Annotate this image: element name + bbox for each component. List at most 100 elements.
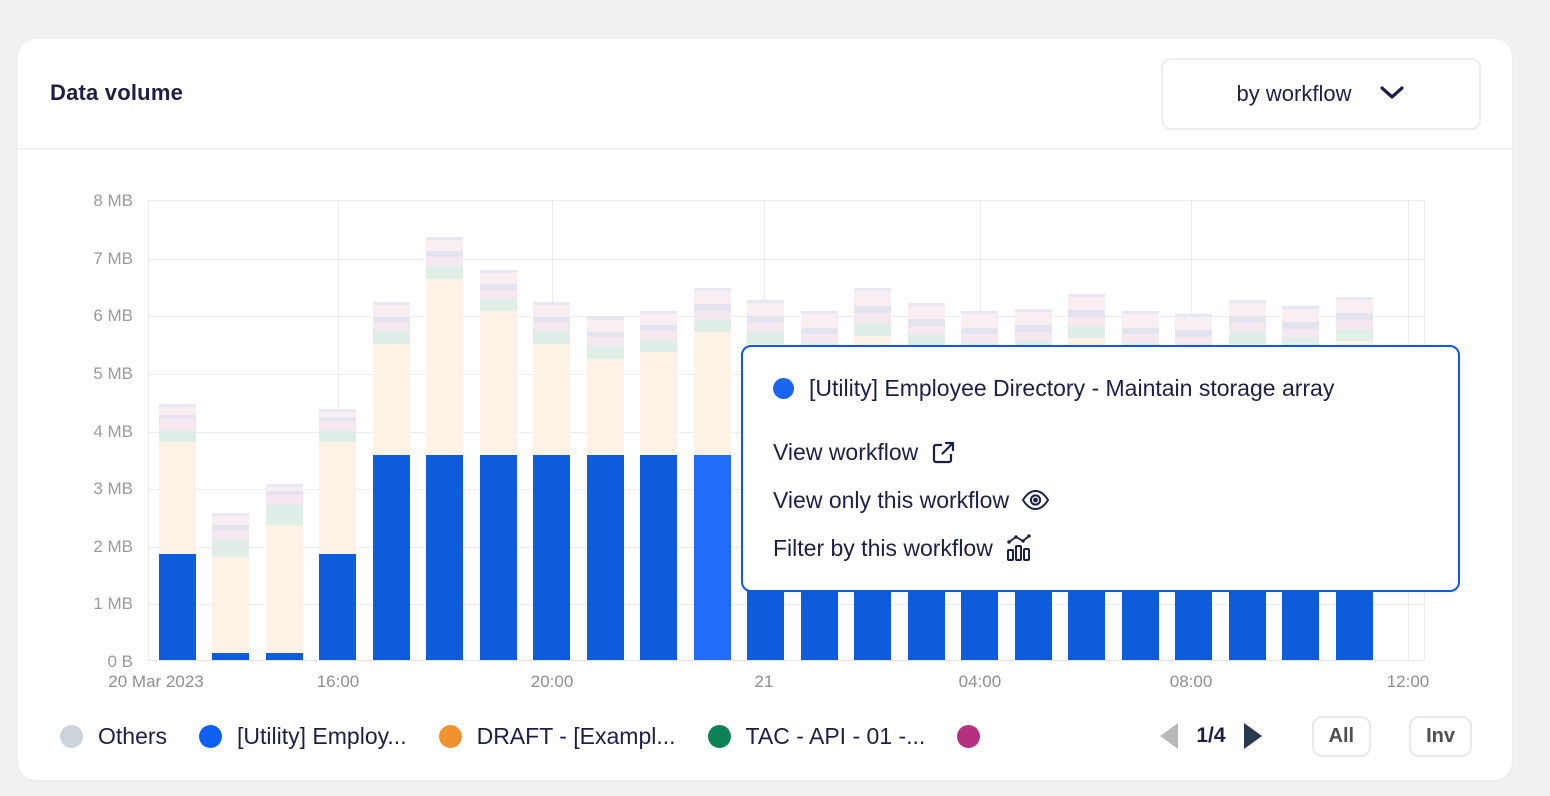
group-by-dropdown-value: by workflow xyxy=(1237,81,1352,107)
y-tick-label: 1 MB xyxy=(13,594,133,614)
view-only-workflow-label: View only this workflow xyxy=(773,487,1009,514)
bar-segment-utility-employee-directory xyxy=(373,455,410,660)
stacked-bar[interactable] xyxy=(533,302,570,660)
bar-segment-tac-api xyxy=(480,299,517,312)
legend-dot-green xyxy=(708,725,731,748)
legend-item-draft-example[interactable]: DRAFT - [Exampl... xyxy=(439,723,676,750)
bar-segment-tac-api xyxy=(694,319,731,332)
bar-segment-magenta-workflow xyxy=(373,322,410,331)
bar-segment-magenta-workflow xyxy=(1229,323,1266,332)
bar-segment-others-palepink xyxy=(1336,297,1373,313)
bar-segment-tac-api xyxy=(1336,329,1373,342)
bar-segment-magenta-workflow xyxy=(1068,317,1105,326)
y-tick-label: 3 MB xyxy=(13,479,133,499)
bar-segment-others-palepink xyxy=(961,311,998,327)
bar-segment-others-lavender xyxy=(694,304,731,311)
bar-segment-utility-employee-directory xyxy=(319,554,356,660)
bar-segment-others-palepink xyxy=(1229,300,1266,316)
y-tick-label: 7 MB xyxy=(13,249,133,269)
bar-segment-utility-employee-directory xyxy=(694,455,731,660)
bar-segment-utility-employee-directory xyxy=(426,455,463,660)
bar-segment-others-palepink xyxy=(587,317,624,331)
stacked-bar[interactable] xyxy=(426,237,463,660)
legend: Others [Utility] Employ... DRAFT - [Exam… xyxy=(60,710,1472,762)
bar-segment-magenta-workflow xyxy=(854,313,891,323)
stacked-bar[interactable] xyxy=(587,317,624,660)
legend-label-draft-example: DRAFT - [Exampl... xyxy=(477,723,676,750)
bar-segment-others-palepink xyxy=(159,404,196,415)
stacked-bar[interactable] xyxy=(319,409,356,660)
bar-segment-others-palepink xyxy=(801,311,838,327)
bar-segment-magenta-workflow xyxy=(587,337,624,346)
bar-segment-others-lavender xyxy=(1122,328,1159,335)
legend-item-others[interactable]: Others xyxy=(60,723,167,750)
bar-segment-magenta-workflow xyxy=(1336,320,1373,329)
y-tick-label: 8 MB xyxy=(13,191,133,211)
tooltip-actions: View workflow View only this workflow xyxy=(773,437,1428,563)
bar-segment-tac-api xyxy=(266,504,303,525)
bar-segment-others-palepink xyxy=(908,303,945,319)
y-tick-label: 4 MB xyxy=(13,422,133,442)
bar-segment-draft-example xyxy=(587,359,624,456)
bar-segment-others-lavender xyxy=(1282,322,1319,329)
legend-item-magenta[interactable] xyxy=(957,725,995,748)
bar-segment-others-palepink xyxy=(1122,311,1159,327)
data-volume-card: Data volume by workflow 8 MB7 MB6 MB5 MB… xyxy=(18,39,1512,780)
bar-segment-draft-example xyxy=(159,442,196,554)
legend-page-indicator: 1/4 xyxy=(1196,724,1225,748)
bar-segment-magenta-workflow xyxy=(747,323,784,332)
bar-segment-utility-employee-directory xyxy=(266,653,303,660)
workflow-tooltip: [Utility] Employee Directory - Maintain … xyxy=(741,345,1460,592)
bar-segment-others-lavender xyxy=(747,316,784,323)
view-workflow-action[interactable]: View workflow xyxy=(773,437,957,467)
view-workflow-label: View workflow xyxy=(773,439,918,466)
x-axis-labels: 20 Mar 202316:0020:002104:0008:0012:00 xyxy=(149,672,1424,702)
legend-item-utility-employee[interactable]: [Utility] Employ... xyxy=(199,723,407,750)
bar-segment-draft-example xyxy=(694,332,731,455)
stacked-bar[interactable] xyxy=(373,302,410,660)
bar-segment-magenta-workflow xyxy=(480,290,517,299)
bar-segment-draft-example xyxy=(212,557,249,653)
view-only-workflow-action[interactable]: View only this workflow xyxy=(773,485,1050,515)
bar-segment-magenta-workflow xyxy=(426,257,463,266)
bar-segment-tac-api xyxy=(319,430,356,442)
x-tick-label: 08:00 xyxy=(1170,672,1213,692)
bar-segment-tac-api xyxy=(1229,332,1266,345)
external-link-icon xyxy=(930,439,957,466)
legend-items: Others [Utility] Employ... DRAFT - [Exam… xyxy=(60,723,995,750)
bar-segment-others-palepink xyxy=(1175,314,1212,330)
stacked-bar[interactable] xyxy=(159,404,196,660)
bar-segment-magenta-workflow xyxy=(319,421,356,430)
bar-segment-utility-employee-directory xyxy=(480,455,517,660)
bar-segment-others-palepink xyxy=(640,311,677,325)
bar-segment-others-palepink xyxy=(533,302,570,316)
bar-segment-magenta-workflow xyxy=(1015,332,1052,341)
chevron-right-icon[interactable] xyxy=(1244,723,1262,749)
stacked-bar[interactable] xyxy=(212,513,249,660)
chevron-left-icon[interactable] xyxy=(1160,723,1178,749)
x-tick-label: 20 Mar 2023 xyxy=(108,672,203,692)
group-by-dropdown[interactable]: by workflow xyxy=(1161,58,1481,130)
page-title: Data volume xyxy=(50,80,183,106)
bar-segment-utility-employee-directory xyxy=(533,455,570,660)
filter-by-workflow-action[interactable]: Filter by this workflow xyxy=(773,533,1032,563)
stacked-bar[interactable] xyxy=(480,270,517,660)
legend-all-button[interactable]: All xyxy=(1312,716,1372,757)
bar-segment-draft-example xyxy=(533,344,570,456)
bar-segment-others-lavender xyxy=(801,328,838,335)
bar-segment-others-lavender xyxy=(1336,313,1373,320)
stacked-bar[interactable] xyxy=(640,311,677,660)
legend-dot-blue xyxy=(199,725,222,748)
bar-segment-tac-api xyxy=(159,430,196,442)
bar-segment-others-lavender xyxy=(854,306,891,313)
bar-segment-draft-example xyxy=(319,442,356,554)
bar-segment-draft-example xyxy=(640,352,677,455)
stacked-bar[interactable] xyxy=(694,288,731,660)
bar-segment-others-palepink xyxy=(1068,294,1105,310)
stacked-bar[interactable] xyxy=(266,484,303,660)
legend-dot-gray xyxy=(60,725,83,748)
legend-inv-button[interactable]: Inv xyxy=(1409,716,1472,757)
bar-segment-tac-api xyxy=(587,346,624,359)
legend-item-tac-api[interactable]: TAC - API - 01 -... xyxy=(708,723,926,750)
y-tick-label: 5 MB xyxy=(13,364,133,384)
